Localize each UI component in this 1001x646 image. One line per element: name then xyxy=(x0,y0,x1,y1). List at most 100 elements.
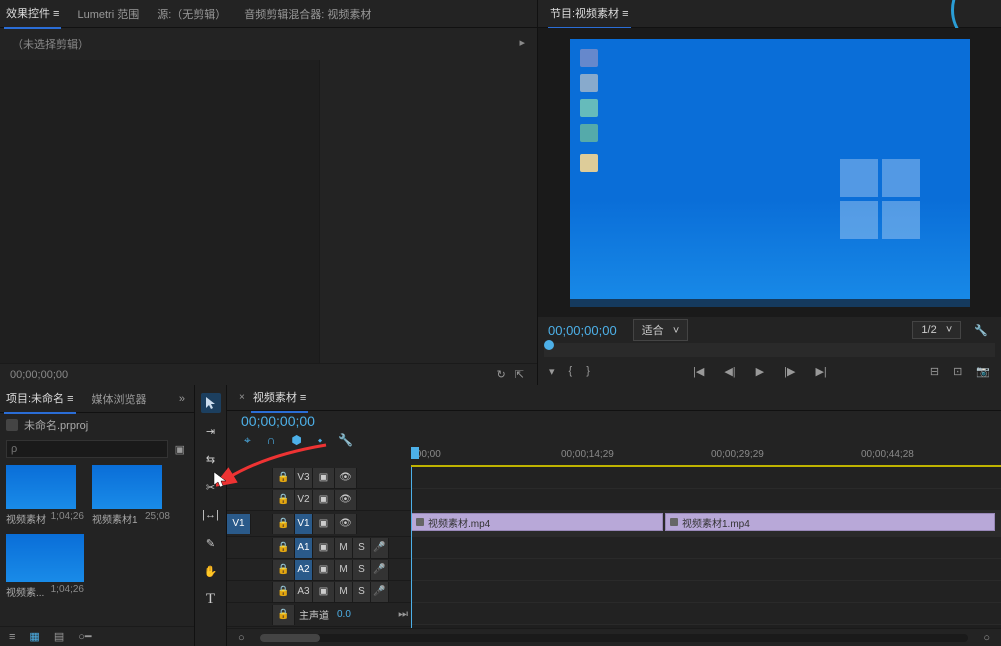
lane-a1[interactable] xyxy=(411,537,1001,559)
program-timecode[interactable]: 00;00;00;00 xyxy=(548,323,617,338)
lane-a3[interactable] xyxy=(411,581,1001,603)
track-header-v1[interactable]: V1 🔒 V1 ▣ 👁 xyxy=(227,511,411,537)
mute-button[interactable]: M xyxy=(335,560,353,580)
program-scrubber[interactable] xyxy=(544,343,995,357)
lock-icon[interactable]: 🔒 xyxy=(273,514,295,534)
tab-program[interactable]: 节目:视频素材 ≡ xyxy=(548,0,631,29)
toggle-output-icon[interactable]: ▣ xyxy=(313,582,335,602)
track-header-a2[interactable]: 🔒 A2 ▣ M S 🎤 xyxy=(227,559,411,581)
toggle-output-icon[interactable]: ▣ xyxy=(313,490,335,510)
lock-icon[interactable]: 🔒 xyxy=(273,605,295,625)
add-marker-icon[interactable]: ▾ xyxy=(546,365,558,378)
lift-icon[interactable]: ⊟ xyxy=(927,365,942,378)
voice-over-icon[interactable]: 🎤 xyxy=(371,582,389,602)
slip-tool[interactable]: |↔| xyxy=(201,505,221,525)
lane-v3[interactable] xyxy=(411,467,1001,489)
zoom-slider[interactable]: ○━ xyxy=(75,630,94,643)
solo-button[interactable]: S xyxy=(353,582,371,602)
scrollbar-thumb[interactable] xyxy=(260,634,320,642)
track-header-a3[interactable]: 🔒 A3 ▣ M S 🎤 xyxy=(227,581,411,603)
loop-icon[interactable]: ↻ xyxy=(494,368,509,381)
track-header-master[interactable]: 🔒 主声道 0.0 ⏭ xyxy=(227,603,411,627)
source-patch[interactable]: V1 xyxy=(227,514,251,534)
toggle-output-icon[interactable]: ▣ xyxy=(313,538,335,558)
voice-over-icon[interactable]: 🎤 xyxy=(371,538,389,558)
program-playhead[interactable] xyxy=(544,340,554,350)
step-back-icon[interactable]: ◀| xyxy=(721,365,738,378)
extract-icon[interactable]: ⊡ xyxy=(950,365,965,378)
linked-selection-icon[interactable]: ∩ xyxy=(264,433,279,448)
track-target[interactable]: A1 xyxy=(295,538,313,558)
lane-master[interactable] xyxy=(411,603,1001,625)
tab-media-browser[interactable]: 媒体浏览器 xyxy=(90,385,149,413)
marker-icon[interactable]: ⬢ xyxy=(288,433,304,448)
lock-icon[interactable]: 🔒 xyxy=(273,538,295,558)
new-bin-icon[interactable]: ▣ xyxy=(172,443,188,456)
track-target[interactable]: V1 xyxy=(295,514,313,534)
freeform-view-icon[interactable]: ▤ xyxy=(51,630,67,643)
project-clip[interactable]: 视频素...1;04;26 xyxy=(6,534,84,599)
timeline-scrollbar[interactable] xyxy=(260,634,969,642)
mark-in-icon[interactable]: { xyxy=(566,365,576,378)
timeline-timecode[interactable]: 00;00;00;00 xyxy=(241,413,411,429)
timeline-ruler[interactable]: ;00;00 00;00;14;29 00;00;29;29 00;00;44;… xyxy=(411,449,1001,467)
icon-view-icon[interactable]: ▦ xyxy=(26,630,42,643)
step-forward-icon[interactable]: |▶ xyxy=(781,365,798,378)
type-tool[interactable]: T xyxy=(201,589,221,609)
ripple-edit-tool[interactable]: ⇆ xyxy=(201,449,221,469)
toggle-output-icon[interactable]: ▣ xyxy=(313,560,335,580)
toggle-output-icon[interactable]: ▣ xyxy=(313,514,335,534)
track-header-a1[interactable]: 🔒 A1 ▣ M S 🎤 xyxy=(227,537,411,559)
list-view-icon[interactable]: ≡ xyxy=(6,631,18,643)
lock-icon[interactable]: 🔒 xyxy=(273,468,295,488)
solo-button[interactable]: S xyxy=(353,560,371,580)
snap-icon[interactable]: ⌖ xyxy=(241,433,254,448)
settings-icon[interactable]: ⬩ xyxy=(315,433,325,448)
eye-icon[interactable]: 👁 xyxy=(335,514,357,534)
voice-over-icon[interactable]: 🎤 xyxy=(371,560,389,580)
project-clip[interactable]: 视频素材1;04;26 xyxy=(6,465,84,526)
track-content[interactable]: 视频素材.mp4 视频素材1.mp4 xyxy=(411,467,1001,628)
wrench-icon[interactable]: 🔧 xyxy=(335,433,356,448)
track-header-v3[interactable]: 🔒 V3 ▣ 👁 xyxy=(227,467,411,489)
program-monitor[interactable] xyxy=(570,39,970,307)
razor-tool[interactable]: ✂ xyxy=(201,477,221,497)
toggle-output-icon[interactable]: ▣ xyxy=(313,468,335,488)
eye-icon[interactable]: 👁 xyxy=(335,468,357,488)
hand-tool[interactable]: ✋ xyxy=(201,561,221,581)
lane-v1[interactable]: 视频素材.mp4 视频素材1.mp4 xyxy=(411,511,1001,537)
project-search-input[interactable] xyxy=(6,440,168,458)
tab-audio-mixer[interactable]: 音频剪辑混合器: 视频素材 xyxy=(242,0,373,28)
go-to-out-icon[interactable]: ▶| xyxy=(812,365,829,378)
panel-menu-icon[interactable]: » xyxy=(176,393,188,405)
mark-out-icon[interactable]: } xyxy=(583,365,593,378)
solo-button[interactable]: S xyxy=(353,538,371,558)
skip-end-icon[interactable]: ⏭ xyxy=(395,608,411,621)
zoom-out-icon[interactable]: ○ xyxy=(235,632,248,644)
project-clip[interactable]: 视频素材125;08 xyxy=(92,465,170,526)
mute-button[interactable]: M xyxy=(335,538,353,558)
lock-icon[interactable]: 🔒 xyxy=(273,560,295,580)
play-icon[interactable]: ▶ xyxy=(753,365,767,378)
mute-button[interactable]: M xyxy=(335,582,353,602)
lane-a2[interactable] xyxy=(411,559,1001,581)
timeline-playhead[interactable] xyxy=(411,447,419,459)
wrench-icon[interactable]: 🔧 xyxy=(971,324,991,337)
pen-tool[interactable]: ✎ xyxy=(201,533,221,553)
zoom-in-icon[interactable]: ○ xyxy=(980,632,993,644)
go-to-in-icon[interactable]: |◀ xyxy=(690,365,707,378)
timeline-clip[interactable]: 视频素材.mp4 xyxy=(411,513,663,531)
chevron-right-icon[interactable]: ▸ xyxy=(519,36,525,52)
track-target[interactable]: A2 xyxy=(295,560,313,580)
sequence-tab[interactable]: 视频素材 ≡ xyxy=(251,383,308,413)
timeline-clip[interactable]: 视频素材1.mp4 xyxy=(665,513,995,531)
lock-icon[interactable]: 🔒 xyxy=(273,582,295,602)
close-icon[interactable]: × xyxy=(239,392,245,403)
tab-project[interactable]: 项目:未命名 ≡ xyxy=(4,384,76,414)
export-frame-icon[interactable]: 📷 xyxy=(973,365,993,378)
track-header-v2[interactable]: 🔒 V2 ▣ 👁 xyxy=(227,489,411,511)
lock-icon[interactable]: 🔒 xyxy=(273,490,295,510)
lane-v2[interactable] xyxy=(411,489,1001,511)
track-select-tool[interactable]: ⇥ xyxy=(201,421,221,441)
export-frame-icon[interactable]: ⇱ xyxy=(512,368,527,381)
